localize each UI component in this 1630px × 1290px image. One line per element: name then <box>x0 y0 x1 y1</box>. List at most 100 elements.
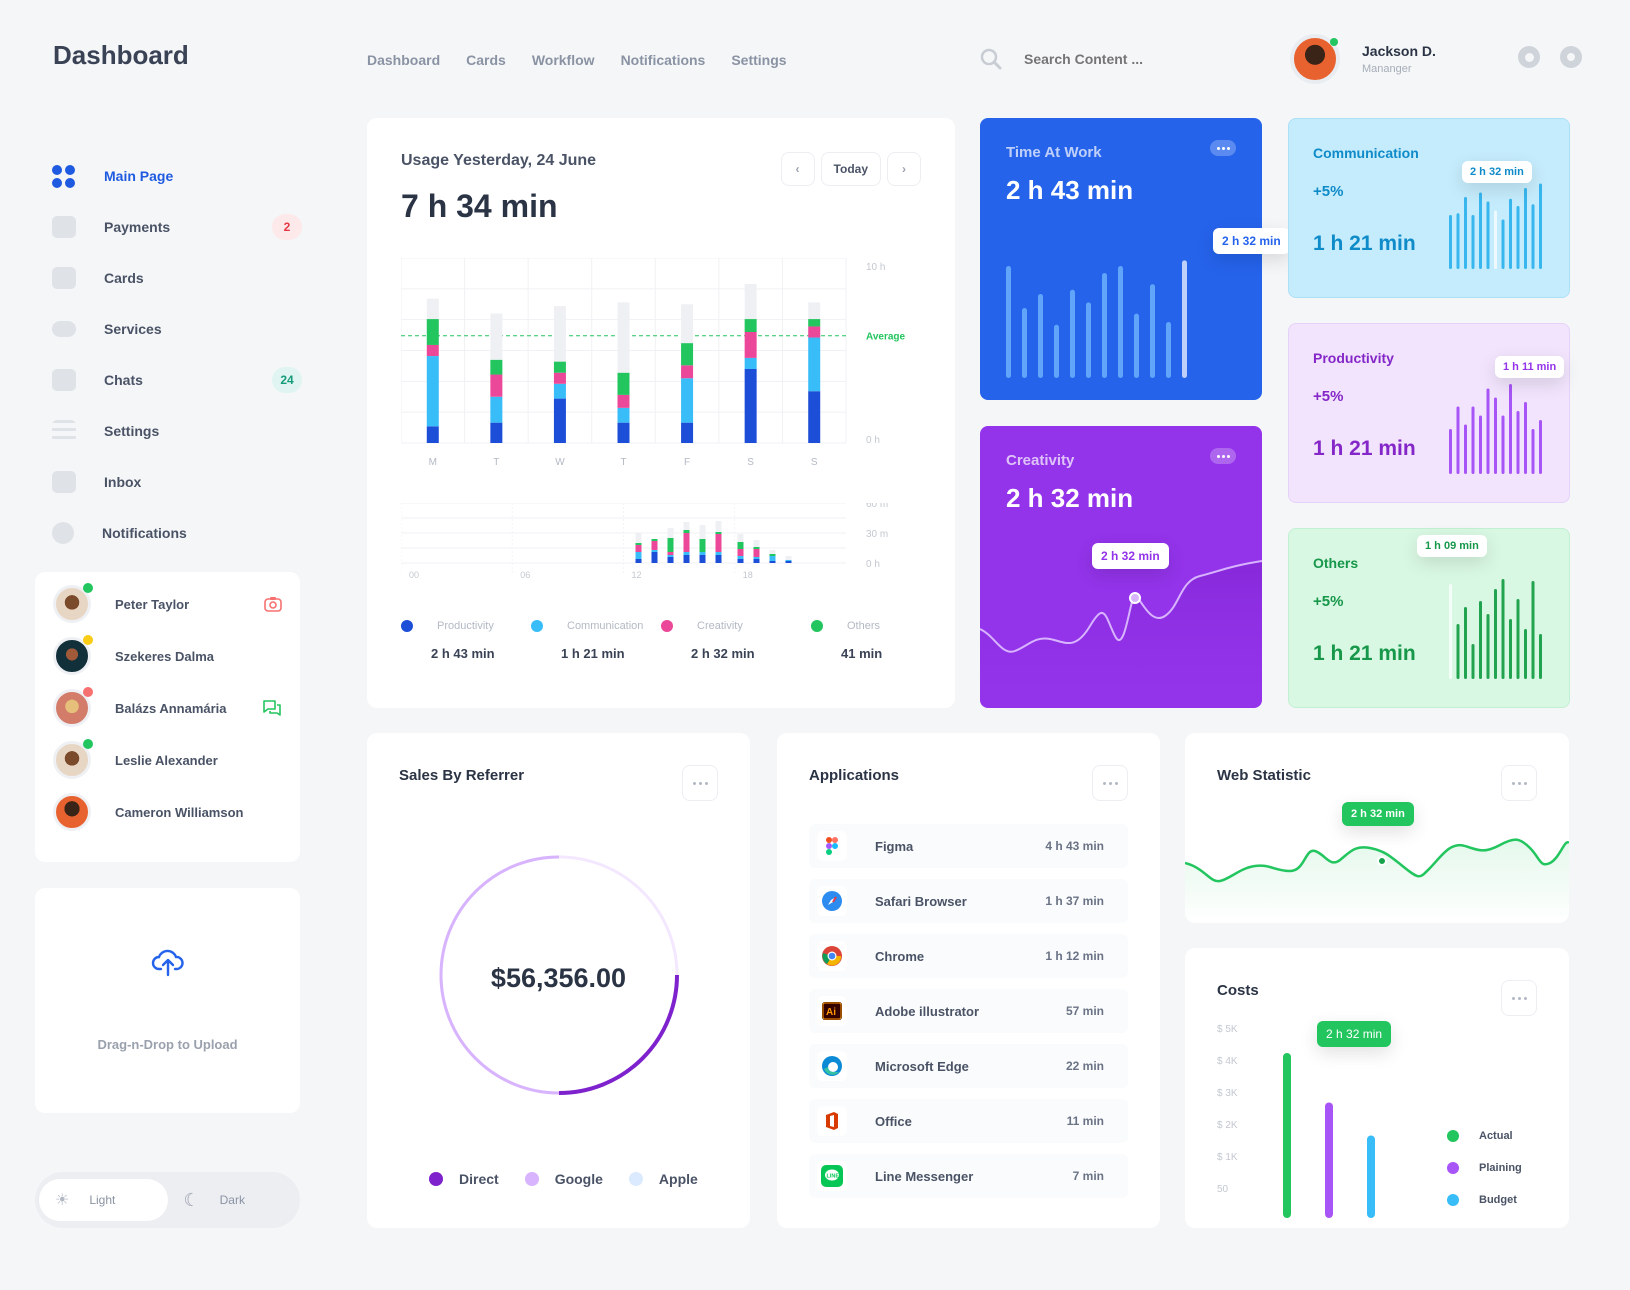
legend-label: Direct <box>459 1171 499 1187</box>
settings-gear-icon[interactable] <box>1518 46 1540 68</box>
avatar <box>53 793 91 831</box>
theme-light-label: Light <box>89 1193 116 1207</box>
chat-icon[interactable] <box>262 699 282 717</box>
mini-bar <box>1102 273 1107 378</box>
list-item[interactable]: Cameron Williamson <box>53 786 282 838</box>
search-input[interactable] <box>1024 51 1174 67</box>
list-item[interactable]: Figma 4 h 43 min <box>809 824 1128 868</box>
prev-day-button[interactable]: ‹ <box>780 152 815 186</box>
tile-title: Others <box>1313 555 1359 571</box>
list-item[interactable]: Szekeres Dalma <box>53 630 282 682</box>
sidebar-item-services[interactable]: Services <box>52 303 302 354</box>
mini-bar <box>1464 424 1467 474</box>
bar-segment <box>667 538 674 552</box>
bar-segment <box>808 319 821 327</box>
nav-settings[interactable]: Settings <box>731 52 786 68</box>
more-options-icon[interactable] <box>1210 448 1236 464</box>
list-item[interactable]: Peter Taylor <box>53 578 282 630</box>
upload-dropzone[interactable]: Drag-n-Drop to Upload <box>35 888 300 1113</box>
sidebar-item-settings[interactable]: Settings <box>52 405 302 456</box>
more-options-button[interactable] <box>1501 765 1537 801</box>
data-point <box>1129 592 1141 604</box>
sun-icon: ☀ <box>55 1192 70 1209</box>
card-title: Applications <box>809 767 900 784</box>
mini-bar <box>1509 198 1512 269</box>
communication-card[interactable]: Communication +5% 1 h 21 min 2 h 32 min <box>1288 118 1570 298</box>
nav-workflow[interactable]: Workflow <box>532 52 595 68</box>
y-tick-label: 0 h <box>866 559 880 570</box>
y-tick-label: 0 h <box>866 435 880 446</box>
tile-value: 2 h 32 min <box>1006 483 1134 513</box>
next-day-button[interactable]: › <box>887 152 921 186</box>
average-label: Average <box>866 332 906 343</box>
tile-title: Creativity <box>1006 452 1075 469</box>
time-at-work-card[interactable]: Time At Work 2 h 43 min 2 h 32 min <box>980 118 1290 400</box>
more-options-button[interactable] <box>682 765 718 801</box>
theme-light-option[interactable]: ☀ Light <box>39 1179 168 1221</box>
power-icon[interactable] <box>1560 46 1582 68</box>
nav-cards[interactable]: Cards <box>466 52 506 68</box>
creativity-card[interactable]: Creativity 2 h 32 min 2 h 32 min <box>980 426 1262 708</box>
list-item[interactable]: Balázs Annamária <box>53 682 282 734</box>
chevron-right-icon: › <box>902 162 906 176</box>
bar-segment <box>744 332 757 358</box>
sidebar-nav: Main Page Payments 2 Cards Services Chat… <box>52 150 302 558</box>
avatar <box>53 739 93 779</box>
user-profile[interactable]: Jackson D. Mananger <box>1290 34 1436 84</box>
sidebar-item-main-page[interactable]: Main Page <box>52 150 302 201</box>
sidebar-item-notifications[interactable]: Notifications <box>52 507 302 558</box>
more-options-icon[interactable] <box>1210 140 1236 156</box>
more-options-button[interactable] <box>1092 765 1128 801</box>
list-item[interactable]: Chrome 1 h 12 min <box>809 934 1128 978</box>
app-time: 1 h 37 min <box>1045 894 1104 908</box>
legend-label: Google <box>554 1171 603 1187</box>
search-icon[interactable] <box>980 48 1002 70</box>
app-name: Microsoft Edge <box>875 1058 969 1074</box>
legend-google: Google <box>524 1171 603 1187</box>
bar-segment <box>681 343 694 366</box>
nav-notifications[interactable]: Notifications <box>621 52 706 68</box>
list-item[interactable]: Microsoft Edge 22 min <box>809 1044 1128 1088</box>
tooltip: 1 h 09 min <box>1417 535 1487 557</box>
list-item[interactable]: Ai Adobe illustrator 57 min <box>809 989 1128 1033</box>
theme-dark-option[interactable]: ☾ Dark <box>168 1179 297 1221</box>
list-item[interactable]: Leslie Alexander <box>53 734 282 786</box>
bar-segment <box>699 555 706 563</box>
list-item[interactable]: Safari Browser 1 h 37 min <box>809 879 1128 923</box>
data-point <box>1377 856 1387 866</box>
legend-dot <box>1447 1130 1459 1142</box>
tooltip: 2 h 32 min <box>1342 802 1414 826</box>
tooltip: 2 h 32 min <box>1317 1021 1392 1047</box>
mini-bar <box>1449 215 1452 269</box>
cost-bar <box>1283 1053 1291 1218</box>
nav-dashboard[interactable]: Dashboard <box>367 52 440 68</box>
bar-segment <box>769 556 776 561</box>
toggle-icon <box>52 320 76 337</box>
mini-bar <box>1471 644 1475 679</box>
mini-bar <box>1464 607 1467 679</box>
mini-bar <box>1449 584 1452 679</box>
sidebar-item-cards[interactable]: Cards <box>52 252 302 303</box>
sidebar-item-inbox[interactable]: Inbox <box>52 456 302 507</box>
communication-bars <box>1449 183 1542 269</box>
more-options-button[interactable] <box>1501 980 1537 1016</box>
others-card[interactable]: Others +5% 1 h 21 min 1 h 09 min <box>1288 528 1570 708</box>
avatar <box>53 583 93 623</box>
today-button[interactable]: Today <box>820 152 881 186</box>
web-statistic-card: Web Statistic 2 h 32 min <box>1185 733 1569 923</box>
bar-segment <box>769 554 776 556</box>
sidebar-item-chats[interactable]: Chats 24 <box>52 354 302 405</box>
productivity-card[interactable]: Productivity +5% 1 h 21 min 1 h 11 min <box>1288 323 1570 503</box>
legend-label: Communication <box>567 620 644 632</box>
user-role: Mananger <box>1362 63 1412 75</box>
list-item[interactable]: Office 11 min <box>809 1099 1128 1143</box>
others-bars <box>1449 579 1542 679</box>
list-item[interactable]: LINE Line Messenger 7 min <box>809 1154 1128 1198</box>
status-dot <box>83 635 93 645</box>
bar-segment <box>744 357 757 369</box>
bar-segment <box>715 552 722 555</box>
camera-icon[interactable] <box>264 596 282 612</box>
mini-bar <box>1531 429 1535 474</box>
legend-apple: Apple <box>628 1171 698 1187</box>
sidebar-item-payments[interactable]: Payments 2 <box>52 201 302 252</box>
